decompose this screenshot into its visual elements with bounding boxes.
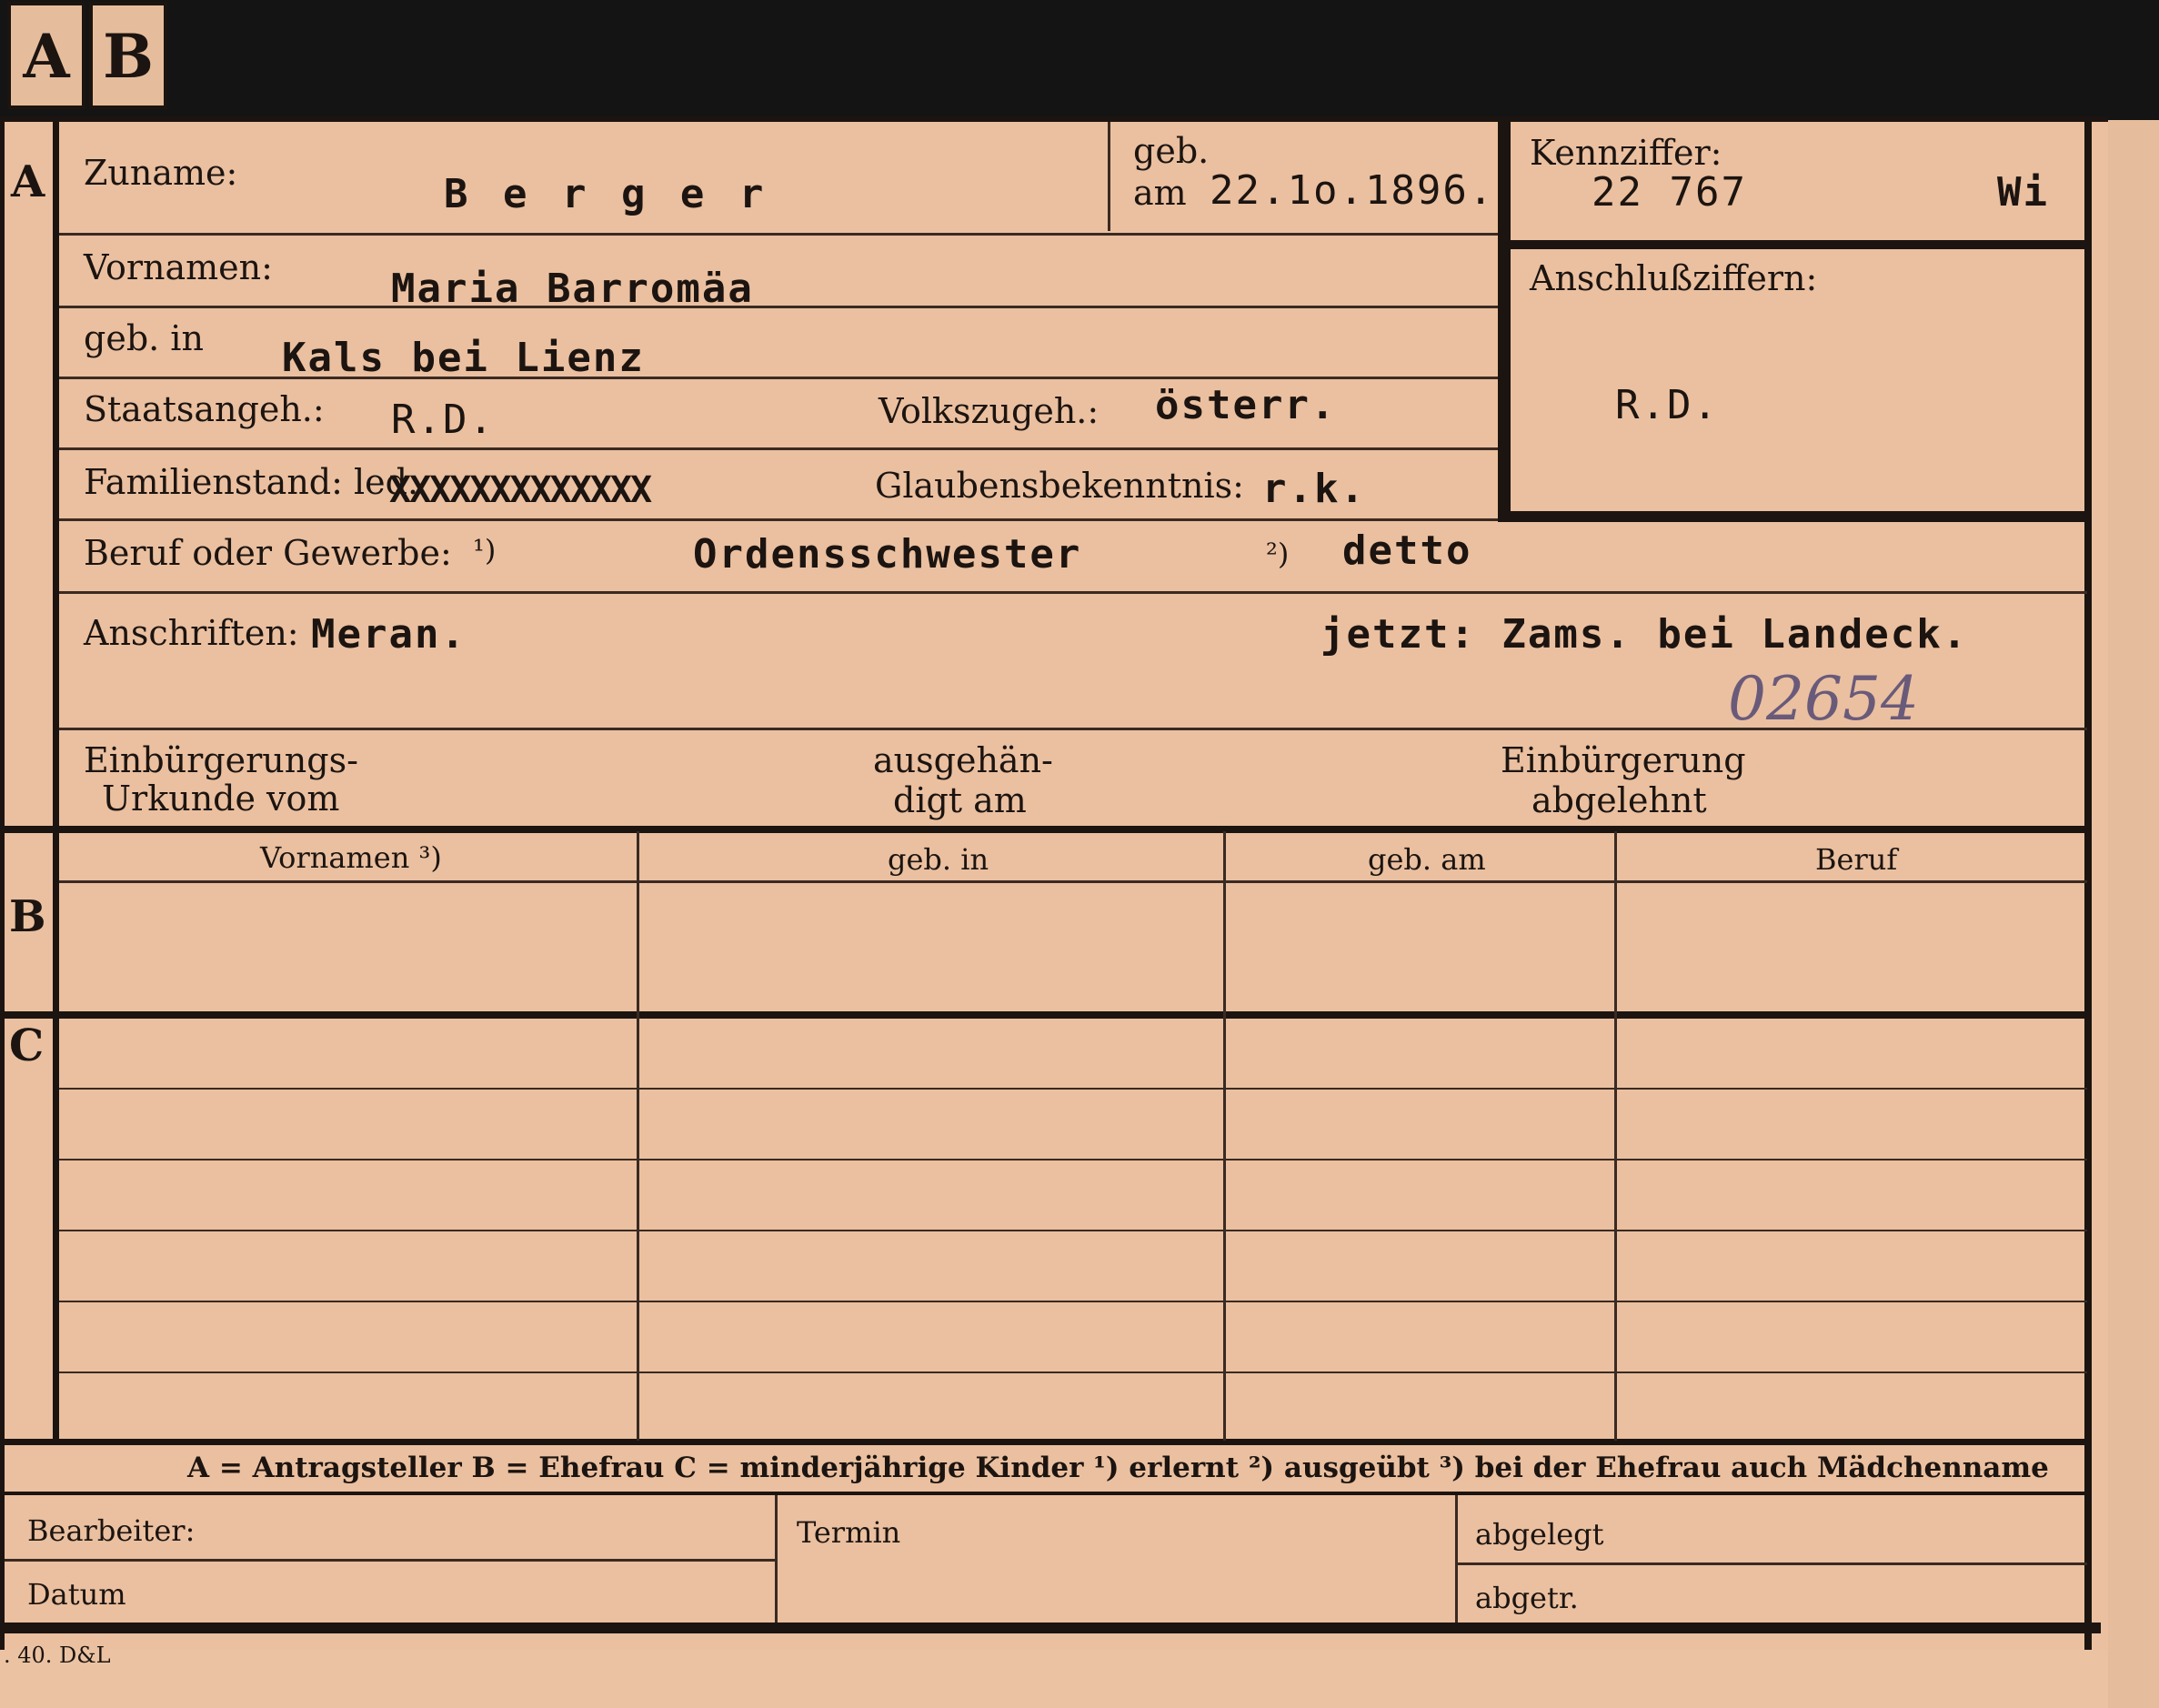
kennziffer-label: Kennziffer: [1530, 133, 1722, 173]
anschriften-label: Anschriften: [84, 613, 299, 653]
glaubensbekenntnis-label: Glaubensbekenntnis: [875, 466, 1244, 506]
table-header-geb-am: geb. am [1368, 842, 1486, 877]
table-header-line [59, 880, 2087, 883]
termin-label: Termin [797, 1515, 901, 1550]
card-bottom-margin [0, 1650, 2108, 1708]
legend-top-line [0, 1439, 2092, 1445]
beruf-label: Beruf oder Gewerbe: [84, 533, 452, 573]
einb-urkunde-label-1: Einbürgerungs- [84, 740, 358, 780]
geb-am-value: 22.1o.1896. [1210, 167, 1495, 214]
top-frame-line [0, 116, 2108, 122]
tab-a: A [7, 2, 85, 109]
table-column-line [637, 831, 639, 1441]
kennziffer-box-bottom [1498, 511, 2092, 522]
zuname-value: B e r g e r [444, 171, 769, 217]
footer-legend: A = Antragsteller B = Ehefrau C = minder… [187, 1452, 2049, 1484]
glaubensbekenntnis-value: r.k. [1262, 466, 1366, 512]
table-row-line [59, 1301, 2087, 1302]
familienstand-struck: XXXXXXXXXXXXX [389, 469, 652, 511]
section-c-top-line [0, 1011, 2092, 1019]
vornamen-label: Vornamen: [84, 247, 273, 287]
printer-mark: . 40. D&L [4, 1643, 111, 1668]
anschrift-1-value: Meran. [311, 611, 467, 658]
section-column-divider [53, 120, 59, 1441]
geb-in-label: geb. in [84, 318, 204, 358]
admin-row-line [1458, 1562, 2087, 1565]
kennziffer-value: 22 767 [1592, 169, 1747, 216]
staatsangeh-label: Staatsangeh.: [84, 389, 325, 429]
row-line [59, 233, 1498, 236]
staatsangeh-value: R.D. [391, 397, 495, 443]
row-line [59, 377, 1498, 379]
row-line [59, 518, 1498, 521]
footnote-2-marker: ²) [1266, 537, 1290, 571]
bearbeiter-label: Bearbeiter: [27, 1513, 196, 1548]
table-column-line [1614, 831, 1617, 1441]
dark-background [0, 0, 2159, 120]
anschrift-2-value: jetzt: Zams. bei Landeck. [1321, 611, 1969, 658]
table-row-line [59, 1371, 2087, 1373]
abgetr-label: abgetr. [1475, 1581, 1579, 1615]
familienstand-label: Familienstand: led. [84, 462, 419, 502]
kennziffer-box-left [1498, 120, 1511, 520]
bottom-frame-line [0, 1623, 2101, 1633]
row-line [59, 306, 1498, 308]
card-right-edge [2108, 120, 2159, 1708]
table-row-line [59, 1230, 2087, 1231]
handwritten-number: 02654 [1728, 664, 1919, 734]
right-frame-line [2084, 120, 2092, 1650]
table-header-geb-in: geb. in [888, 842, 989, 877]
admin-column-line [775, 1495, 778, 1623]
section-b-letter: B [9, 891, 46, 942]
table-column-line [1223, 831, 1226, 1441]
legend-bottom-line [0, 1492, 2092, 1495]
beruf-ausgeuebt-value: detto [1342, 527, 1472, 574]
kennziffer-suffix: Wi [1997, 169, 2049, 216]
footnote-1-marker: ¹) [473, 533, 497, 568]
vornamen-value: Maria Barromäa [391, 266, 754, 312]
table-header-vornamen: Vornamen ³) [260, 840, 442, 875]
table-row-line [59, 1159, 2087, 1160]
table-header-beruf: Beruf [1815, 842, 1898, 877]
section-b-top-line [0, 826, 2092, 833]
geb-label: geb. [1133, 131, 1210, 171]
volkszugeh-label: Volkszugeh.: [879, 391, 1100, 431]
einb-urkunde-label-2: Urkunde vom [102, 779, 340, 819]
anschlussziffern-label: Anschlußziffern: [1530, 258, 1818, 298]
admin-column-line [1455, 1495, 1458, 1623]
einb-abgelehnt-label-1: Einbürgerung [1501, 740, 1746, 780]
kennziffer-box-divider [1498, 240, 2092, 249]
am-label: am [1133, 173, 1187, 213]
einb-abgelehnt-label-2: abgelehnt [1531, 780, 1707, 820]
datum-label: Datum [27, 1577, 126, 1612]
section-a-letter: A [11, 156, 45, 207]
anschluss-value: R.D. [1615, 382, 1719, 428]
abgelegt-label: abgelegt [1475, 1517, 1604, 1552]
beruf-erlernt-value: Ordensschwester [693, 531, 1082, 578]
row-line [59, 591, 2087, 594]
table-row-line [59, 1088, 2087, 1090]
geb-divider [1108, 122, 1110, 231]
volkszugeh-value: österr. [1155, 382, 1337, 428]
zuname-label: Zuname: [84, 153, 238, 193]
row-line [59, 447, 1498, 450]
geb-in-value: Kals bei Lienz [282, 335, 645, 381]
section-c-letter: C [9, 1020, 45, 1071]
ausgehaendigt-label-1: ausgehän- [873, 740, 1053, 780]
admin-row-line [5, 1559, 775, 1562]
left-frame-line [0, 120, 5, 1650]
ausgehaendigt-label-2: digt am [893, 780, 1027, 820]
tab-b: B [89, 2, 167, 109]
